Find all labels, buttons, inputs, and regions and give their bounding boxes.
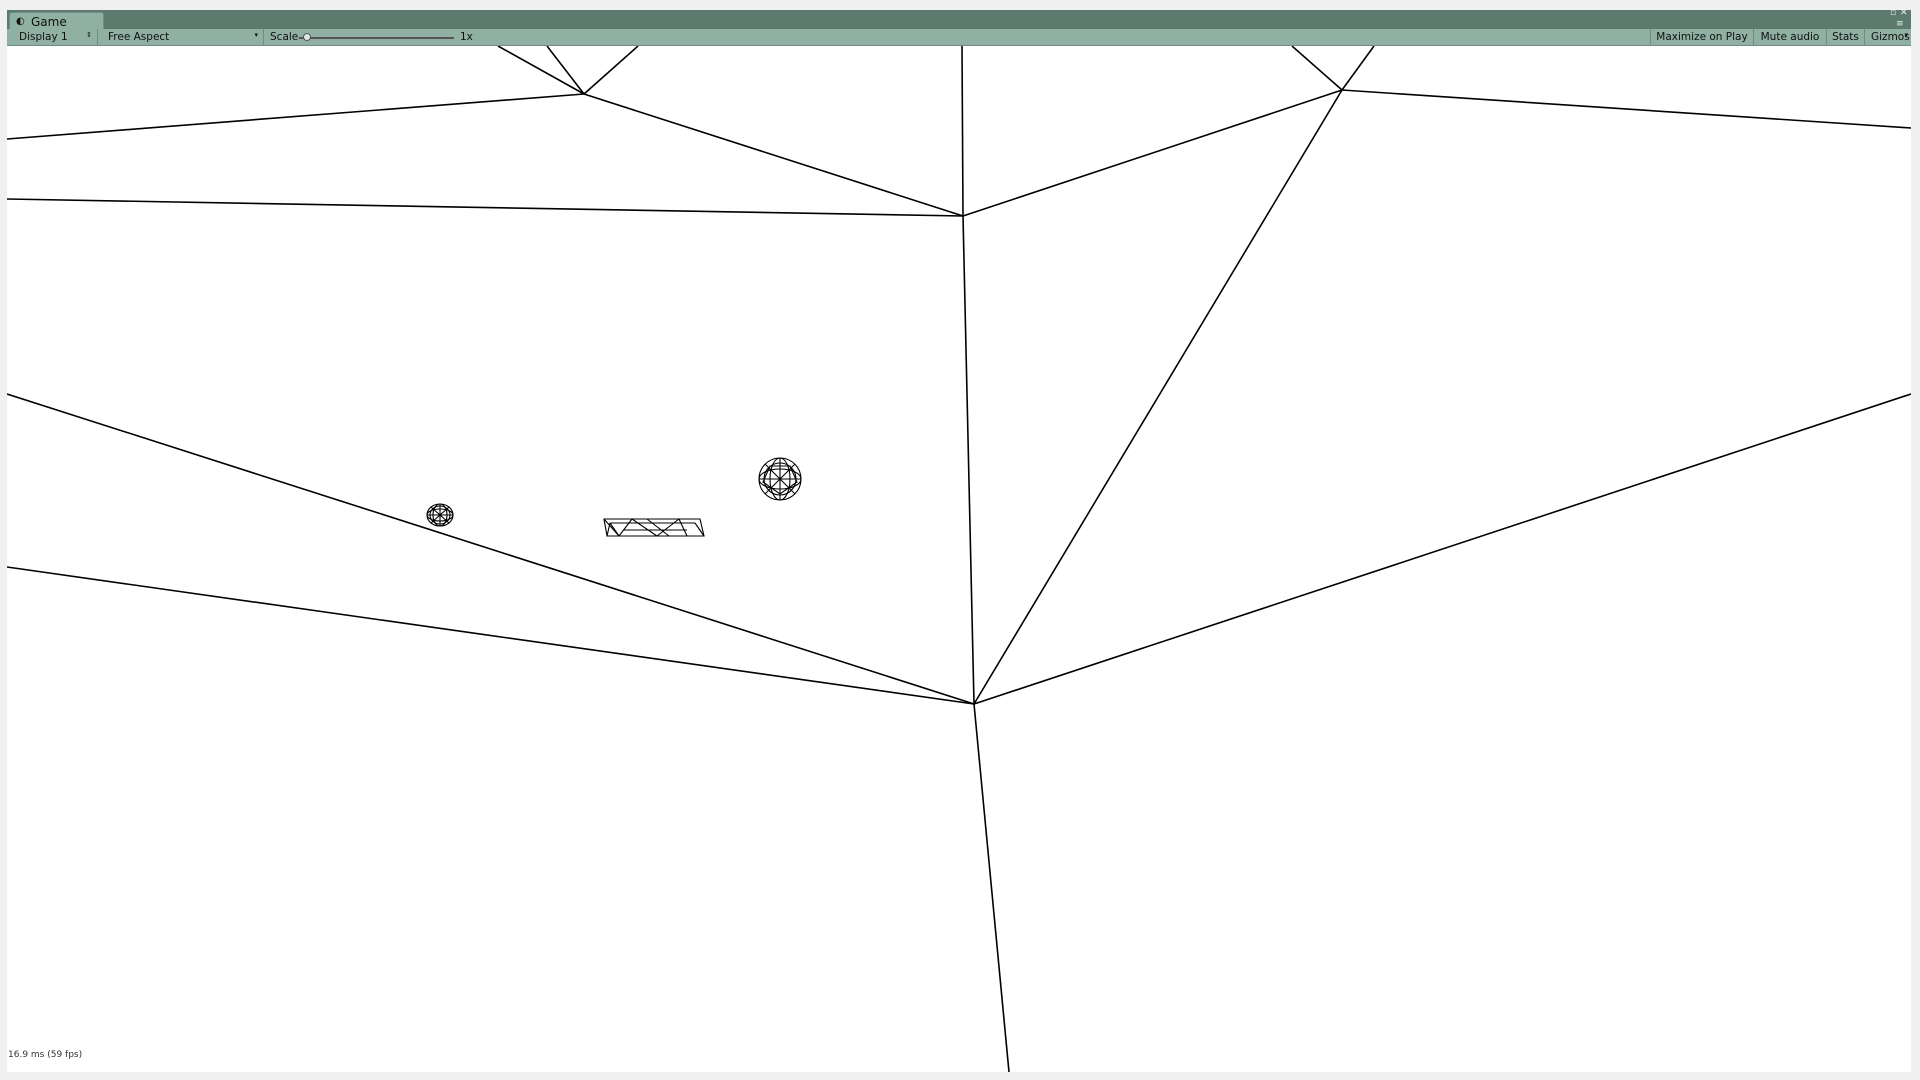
terrain-edge [7,198,964,217]
stats-button[interactable]: Stats [1826,29,1864,45]
terrain-edge [1341,46,1375,91]
aspect-dropdown[interactable]: Free Aspect ▾ [101,29,264,45]
fps-readout: 16.9 ms (59 fps) [8,1050,83,1060]
display-dropdown[interactable]: Display 1 ⇕ [12,29,98,45]
display-dropdown-label: Display 1 [19,31,68,43]
terrain-edge [546,46,585,95]
terrain-edge [583,93,964,217]
box-wireframe [603,518,705,537]
terrain-edge [962,215,975,705]
terrain-edge [7,93,585,140]
unity-editor-window: ◐ Game ▫ ✕ ≡ Display 1 ⇕ Free Aspect ▾ S… [0,0,1920,1080]
pane-menu-icon[interactable]: ≡ [1896,19,1904,29]
window-controls: ▫ ✕ ≡ [1890,8,1910,29]
updown-arrow-icon: ⇕ [86,31,92,39]
wireframe-scene [7,46,1911,1072]
close-icon[interactable]: ✕ [1900,8,1908,18]
terrain-edge [961,46,964,217]
dropdown-arrow-icon: ▾ [1904,31,1908,39]
aspect-dropdown-label: Free Aspect [108,31,170,43]
scale-label: Scale [270,31,299,43]
scale-slider[interactable] [299,37,454,39]
terrain-edge [973,89,1343,705]
gizmos-dropdown[interactable]: Gizmos ▾ [1864,29,1911,45]
scale-value: 1x [460,31,473,43]
maximize-icon[interactable]: ▫ [1890,8,1896,18]
game-viewport[interactable]: 16.9 ms (59 fps) [7,46,1911,1072]
large-sphere-wireframe [758,457,802,501]
terrain-edge [7,566,975,705]
terrain-edge [973,393,1911,705]
terrain-wireframe [7,46,1911,1072]
unity-icon: ◐ [16,16,25,27]
small-sphere-wireframe [426,503,454,527]
terrain-edge [962,89,1343,217]
mute-audio-button[interactable]: Mute audio [1753,29,1826,45]
terrain-edge [1291,46,1343,91]
terrain-edge [7,393,975,705]
terrain-edge [973,703,1010,1072]
tab-game-label: Game [31,15,67,29]
maximize-on-play-button[interactable]: Maximize on Play [1650,29,1753,45]
game-toolbar: Display 1 ⇕ Free Aspect ▾ Scale 1x Maxim… [7,29,1911,46]
terrain-edge [583,46,639,95]
dropdown-arrow-icon: ▾ [254,31,258,39]
window-titlebar [7,10,1911,29]
scale-slider-thumb[interactable] [303,33,311,41]
terrain-edge [497,46,585,95]
terrain-edge [1341,89,1911,129]
